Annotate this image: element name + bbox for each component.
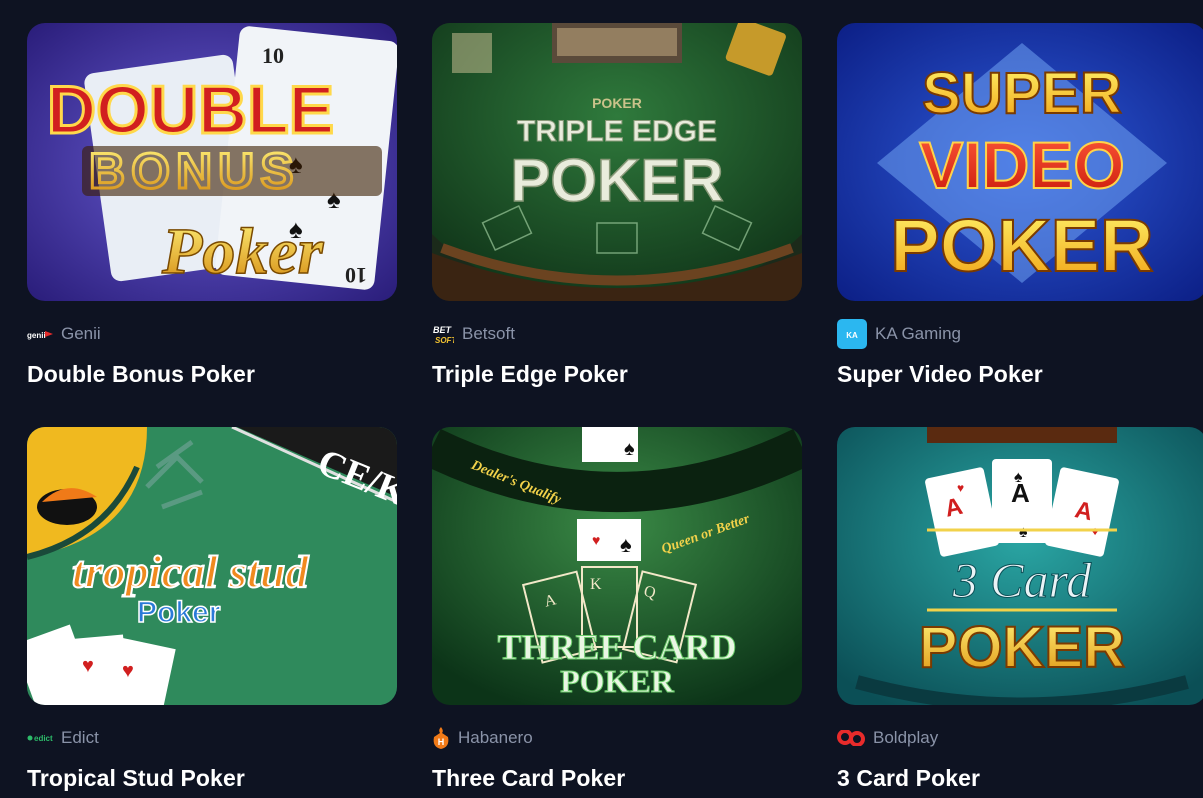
boldplay-logo-icon <box>837 730 865 746</box>
triple-edge-poker-artwork: POKER TRIPLE EDGE POKER <box>432 23 802 301</box>
art-line1: DOUBLE <box>47 72 334 148</box>
game-card-double-bonus-poker[interactable]: 10 10 ♠ ♠ ♠ DOUBLE BONUS Poker genii Gen… <box>27 23 397 388</box>
provider-row: edict Edict <box>27 726 397 750</box>
svg-text:♥: ♥ <box>592 532 600 548</box>
game-title[interactable]: Triple Edge Poker <box>432 361 802 388</box>
game-thumbnail[interactable]: CE/K tropical stud Poker ♥ ♥ <box>27 427 397 705</box>
svg-text:♠: ♠ <box>1014 469 1023 486</box>
svg-text:SOFT: SOFT <box>435 336 454 345</box>
provider-name[interactable]: Betsoft <box>462 324 515 344</box>
game-card-three-card-poker[interactable]: Dealer's Qualify Queen or Better ♠ ♠ ♥ A… <box>432 427 802 792</box>
game-title[interactable]: Tropical Stud Poker <box>27 765 397 792</box>
habanero-logo-icon: H <box>432 727 450 749</box>
game-card-3-card-poker[interactable]: A A A ♠ ♠ ♥ ♦ 3 Card POKER Boldplay 3 Ca… <box>837 427 1203 792</box>
edict-logo-icon: edict <box>27 733 53 743</box>
double-bonus-poker-artwork: 10 10 ♠ ♠ ♠ DOUBLE BONUS Poker <box>27 23 397 301</box>
game-title[interactable]: Three Card Poker <box>432 765 802 792</box>
art-line2: POKER <box>560 663 675 699</box>
provider-name[interactable]: Genii <box>61 324 101 344</box>
art-line1: 3 Card <box>952 552 1092 608</box>
art-line2: BONUS <box>89 143 300 199</box>
art-line0: POKER <box>592 95 642 111</box>
provider-name[interactable]: Boldplay <box>873 728 938 748</box>
game-thumbnail[interactable]: Dealer's Qualify Queen or Better ♠ ♠ ♥ A… <box>432 427 802 705</box>
svg-text:genii: genii <box>27 331 46 340</box>
provider-row: genii Genii <box>27 322 397 346</box>
game-title[interactable]: Super Video Poker <box>837 361 1203 388</box>
art-line3: POKER <box>890 204 1153 287</box>
svg-text:BET: BET <box>433 325 453 335</box>
art-line1: TRIPLE EDGE <box>517 115 717 148</box>
svg-text:KA: KA <box>846 331 858 340</box>
game-card-tropical-stud-poker[interactable]: CE/K tropical stud Poker ♥ ♥ edict Edict… <box>27 427 397 792</box>
art-line2: POKER <box>510 147 723 214</box>
provider-row: H Habanero <box>432 726 802 750</box>
art-line1: THREE CARD <box>497 627 736 667</box>
game-thumbnail[interactable]: POKER TRIPLE EDGE POKER <box>432 23 802 301</box>
provider-row: Boldplay <box>837 726 1203 750</box>
art-line1: SUPER <box>922 61 1122 126</box>
svg-text:♠: ♠ <box>1019 524 1028 541</box>
tropical-stud-poker-artwork: CE/K tropical stud Poker ♥ ♥ <box>27 427 397 705</box>
genii-logo-icon: genii <box>27 328 53 340</box>
art-line1: tropical stud <box>72 546 309 597</box>
provider-row: KA KA Gaming <box>837 319 1203 349</box>
super-video-poker-artwork: SUPER VIDEO POKER <box>837 23 1203 301</box>
provider-name[interactable]: KA Gaming <box>875 324 961 344</box>
game-grid: 10 10 ♠ ♠ ♠ DOUBLE BONUS Poker genii Gen… <box>0 0 1203 798</box>
game-title[interactable]: 3 Card Poker <box>837 765 1203 792</box>
svg-text:♥: ♥ <box>82 655 94 677</box>
svg-text:H: H <box>438 737 445 747</box>
svg-text:10: 10 <box>345 263 367 288</box>
card-rank-text: 10 <box>262 43 284 68</box>
art-line2: VIDEO <box>919 128 1124 202</box>
art-line3: Poker <box>161 215 325 288</box>
provider-row: BETSOFT Betsoft <box>432 322 802 346</box>
art-line2: POKER <box>919 615 1125 680</box>
art-line2: Poker <box>137 596 221 629</box>
provider-name[interactable]: Edict <box>61 728 99 748</box>
game-thumbnail[interactable]: SUPER VIDEO POKER <box>837 23 1203 301</box>
3-card-poker-artwork: A A A ♠ ♠ ♥ ♦ 3 Card POKER <box>837 427 1203 705</box>
betsoft-logo-icon: BETSOFT <box>432 323 454 345</box>
svg-text:♥: ♥ <box>122 660 134 682</box>
game-thumbnail[interactable]: 10 10 ♠ ♠ ♠ DOUBLE BONUS Poker <box>27 23 397 301</box>
three-card-poker-artwork: Dealer's Qualify Queen or Better ♠ ♠ ♥ A… <box>432 427 802 705</box>
ka-gaming-logo-icon: KA <box>837 319 867 349</box>
svg-text:♠: ♠ <box>620 532 632 557</box>
svg-text:edict: edict <box>34 734 53 743</box>
card-k: K <box>590 576 602 593</box>
svg-text:♥: ♥ <box>957 481 964 495</box>
svg-text:♠: ♠ <box>624 438 635 460</box>
game-card-triple-edge-poker[interactable]: POKER TRIPLE EDGE POKER BETSOFT Betsoft … <box>432 23 802 388</box>
provider-name[interactable]: Habanero <box>458 728 533 748</box>
game-thumbnail[interactable]: A A A ♠ ♠ ♥ ♦ 3 Card POKER <box>837 427 1203 705</box>
game-title[interactable]: Double Bonus Poker <box>27 361 397 388</box>
game-card-super-video-poker[interactable]: SUPER VIDEO POKER KA KA Gaming Super Vid… <box>837 23 1203 388</box>
